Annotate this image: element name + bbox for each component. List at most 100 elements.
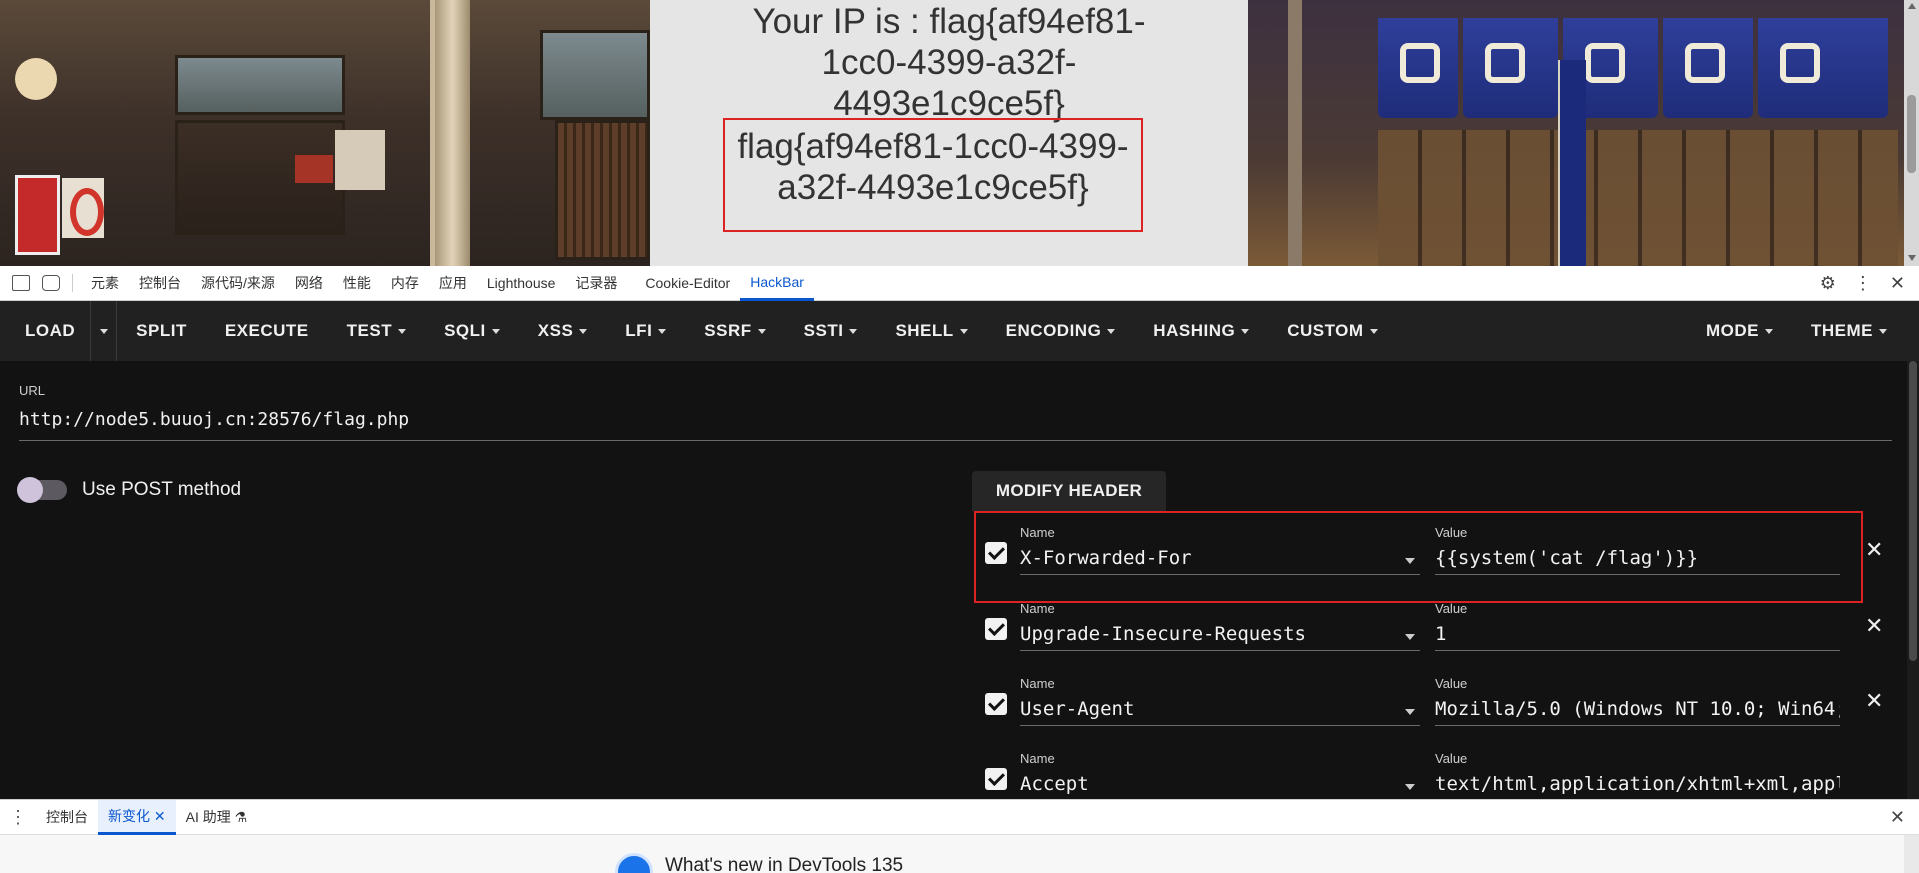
ip-text: Your IP is : flag{af94ef81-1cc0-4399-a32…: [752, 2, 1146, 123]
url-input[interactable]: http://node5.buuoj.cn:28576/flag.php: [19, 409, 1892, 441]
close-drawer-icon[interactable]: ✕: [1890, 807, 1905, 828]
post-method-toggle[interactable]: Use POST method: [17, 477, 242, 503]
chevron-down-icon[interactable]: [1405, 709, 1415, 715]
execute-button[interactable]: EXECUTE: [206, 301, 328, 361]
page-scrollbar[interactable]: [1904, 0, 1919, 266]
drawer-tab-ai-assistant[interactable]: AI 助理 ⚗: [176, 800, 258, 835]
shell-menu[interactable]: SHELL: [876, 301, 986, 361]
chevron-down-icon[interactable]: [1405, 558, 1415, 564]
header-name-label: Name: [1020, 601, 1055, 616]
header-name-select[interactable]: User-Agent: [1020, 696, 1420, 726]
pole-graphic: [1288, 0, 1302, 266]
ssrf-menu[interactable]: SSRF: [685, 301, 784, 361]
header-name-select[interactable]: Upgrade-Insecure-Requests: [1020, 621, 1420, 651]
scroll-down-icon[interactable]: [1908, 255, 1916, 261]
chevron-down-icon: [1765, 329, 1773, 335]
lfi-menu[interactable]: LFI: [606, 301, 685, 361]
encoding-menu[interactable]: ENCODING: [987, 301, 1135, 361]
vending-sign-graphic: [15, 175, 60, 255]
drawer-tab-console[interactable]: 控制台: [36, 800, 98, 835]
noren-curtain-graphic: [1378, 18, 1458, 118]
remove-header-close-icon[interactable]: ✕: [1865, 615, 1883, 637]
whats-new-heading: What's new in DevTools 135: [665, 855, 904, 873]
header-name-select[interactable]: X-Forwarded-For: [1020, 545, 1420, 575]
post-method-label: Use POST method: [82, 479, 242, 500]
load-button[interactable]: LOAD: [0, 301, 90, 361]
tab-sources[interactable]: 源代码/来源: [191, 266, 285, 301]
header-value-label: Value: [1435, 601, 1468, 616]
header-name-select[interactable]: Accept: [1020, 771, 1420, 799]
tab-modify-header[interactable]: MODIFY HEADER: [972, 471, 1166, 511]
lamp-graphic: [15, 58, 57, 100]
chevron-down-icon: [849, 329, 858, 335]
header-enabled-checkbox[interactable]: [985, 618, 1007, 640]
sqli-menu[interactable]: SQLI: [425, 301, 519, 361]
header-enabled-checkbox[interactable]: [985, 542, 1007, 564]
header-value-input[interactable]: 1: [1435, 621, 1840, 651]
load-split-button: LOAD: [0, 301, 118, 361]
tab-recorder[interactable]: 记录器: [565, 266, 627, 301]
header-value-label: Value: [1435, 751, 1468, 766]
chevron-down-icon: [1241, 329, 1250, 335]
tab-lighthouse[interactable]: Lighthouse: [477, 266, 566, 301]
divider: [72, 274, 73, 292]
sqli-label: SQLI: [444, 321, 486, 340]
close-icon[interactable]: ✕: [154, 808, 166, 824]
window-graphic: [175, 55, 345, 115]
devtools-tab-bar: 元素 控制台 源代码/来源 网络 性能 内存 应用 Lighthouse 记录器…: [0, 266, 1919, 301]
ssrf-label: SSRF: [704, 321, 752, 340]
mode-menu[interactable]: MODE: [1687, 301, 1792, 361]
chevron-down-icon[interactable]: [1405, 634, 1415, 640]
meter-box-graphic: [335, 130, 385, 190]
split-button[interactable]: SPLIT: [117, 301, 206, 361]
remove-header-close-icon[interactable]: ✕: [1865, 539, 1883, 561]
test-menu[interactable]: TEST: [328, 301, 425, 361]
encoding-label: ENCODING: [1005, 321, 1102, 340]
header-name-label: Name: [1020, 525, 1055, 540]
drawer-tab-whats-new[interactable]: 新变化 ✕: [98, 799, 176, 835]
inspect-element-icon[interactable]: [12, 275, 30, 291]
drawer-menu-icon[interactable]: ⋮: [0, 807, 36, 828]
ssti-menu[interactable]: SSTI: [785, 301, 877, 361]
tab-cookie-editor[interactable]: Cookie-Editor: [635, 266, 740, 301]
mode-label: MODE: [1706, 321, 1759, 340]
tab-performance[interactable]: 性能: [333, 266, 381, 301]
drawer-scrollbar[interactable]: [1904, 835, 1919, 873]
tab-console[interactable]: 控制台: [129, 266, 191, 301]
xss-menu[interactable]: XSS: [519, 301, 607, 361]
header-name-label: Name: [1020, 751, 1055, 766]
tab-application[interactable]: 应用: [429, 266, 477, 301]
theme-menu[interactable]: THEME: [1792, 301, 1919, 361]
chrome-devtools-icon: [615, 853, 653, 873]
toggle-switch[interactable]: [17, 477, 67, 503]
close-icon[interactable]: ✕: [1890, 273, 1905, 294]
custom-menu[interactable]: CUSTOM: [1268, 301, 1396, 361]
settings-gear-icon[interactable]: ⚙: [1820, 273, 1836, 294]
devtools-actions: ⚙ ⋮ ✕: [1820, 273, 1905, 294]
drawer-tab-bar: ⋮ 控制台 新变化 ✕ AI 助理 ⚗ ✕: [0, 799, 1919, 835]
tab-network[interactable]: 网络: [285, 266, 333, 301]
header-enabled-checkbox[interactable]: [985, 768, 1007, 790]
hashing-menu[interactable]: HASHING: [1134, 301, 1268, 361]
tab-hackbar[interactable]: HackBar: [740, 266, 814, 301]
scroll-up-icon[interactable]: [1908, 3, 1916, 9]
device-toolbar-icon[interactable]: [42, 275, 60, 291]
noren-curtain-graphic: [1758, 18, 1888, 118]
tab-elements[interactable]: 元素: [81, 266, 129, 301]
header-value-input[interactable]: Mozilla/5.0 (Windows NT 10.0; Win64; x64…: [1435, 696, 1840, 726]
chevron-down-icon[interactable]: [1405, 784, 1415, 790]
load-menu-caret-icon[interactable]: [90, 301, 116, 361]
hackbar-scrollbar[interactable]: [1907, 361, 1919, 799]
window-graphic: [555, 120, 650, 260]
flask-icon: ⚗: [234, 808, 248, 825]
header-row: Name Upgrade-Insecure-Requests Value 1 ✕: [973, 587, 1883, 663]
test-label: TEST: [346, 321, 393, 340]
xss-label: XSS: [537, 321, 574, 340]
tab-memory[interactable]: 内存: [381, 266, 429, 301]
header-enabled-checkbox[interactable]: [985, 693, 1007, 715]
header-value-input[interactable]: text/html,application/xhtml+xml,applicat…: [1435, 771, 1840, 799]
remove-header-close-icon[interactable]: ✕: [1865, 690, 1883, 712]
header-value-input[interactable]: {{system('cat /flag')}}: [1435, 545, 1840, 575]
more-options-icon[interactable]: ⋮: [1854, 273, 1872, 294]
url-label: URL: [19, 383, 46, 398]
